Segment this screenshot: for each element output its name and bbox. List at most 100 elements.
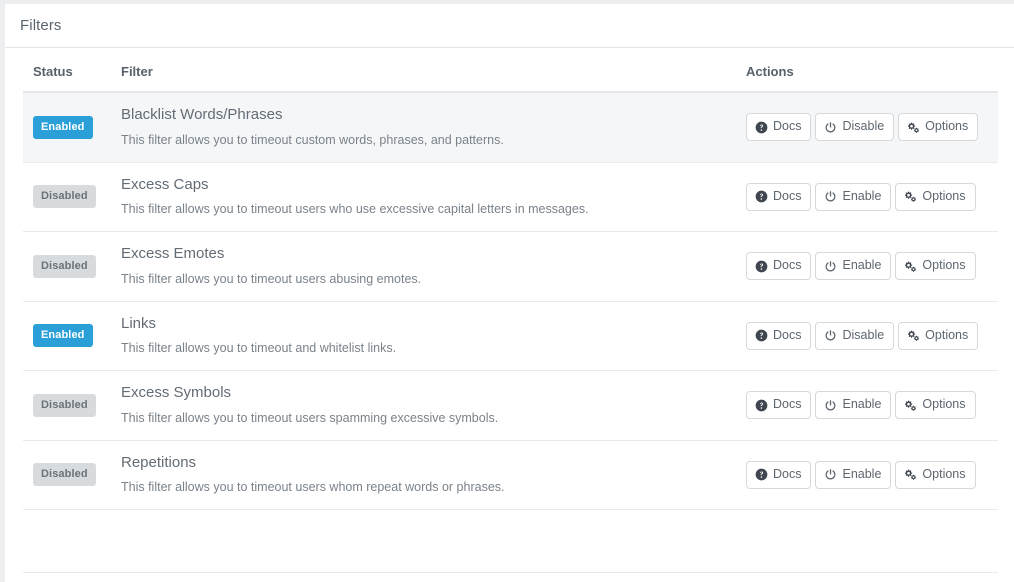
docs-button[interactable]: Docs (746, 252, 812, 281)
actions-cell: Docs Disable Options (736, 92, 998, 162)
table-row: Disabled Excess Caps This filter allows yo… (23, 162, 998, 232)
filter-description: This filter allows you to timeout users … (121, 410, 499, 425)
filter-cell: Excess Caps This filter allows you to tim… (111, 162, 736, 232)
status-cell: Disabled (23, 371, 111, 441)
cogs-icon (907, 121, 920, 134)
status-cell: Disabled (23, 232, 111, 302)
options-button-label: Options (925, 119, 969, 134)
filter-cell: Excess Emotes This filter allows you to t… (111, 232, 736, 302)
filters-table: Status Filter Actions Enabled Blacklist W… (23, 48, 998, 510)
status-badge: Disabled (33, 393, 96, 417)
status-cell: Enabled (23, 92, 111, 162)
options-button-label: Options (922, 466, 966, 481)
filter-description: This filter allows you to timeout users … (121, 271, 422, 286)
column-header-filter: Filter (111, 48, 736, 93)
filter-cell: Excess Symbols This filter allows you to … (111, 371, 736, 441)
status-badge: Disabled (33, 463, 96, 487)
power-icon (824, 468, 837, 481)
docs-button[interactable]: Docs (746, 460, 812, 489)
docs-button[interactable]: Docs (746, 182, 812, 211)
options-button[interactable]: Options (895, 182, 976, 211)
question-circle-icon (755, 329, 768, 342)
filters-table-wrapper: Status Filter Actions Enabled Blacklist W… (5, 48, 1014, 510)
disable-button[interactable]: Disable (815, 113, 895, 142)
disable-button-label: Disable (842, 119, 885, 134)
actions-cell: Docs Enable Options (736, 440, 998, 510)
question-circle-icon (755, 399, 768, 412)
power-icon (824, 399, 837, 412)
cogs-icon (904, 399, 917, 412)
filter-name: Links (121, 314, 157, 332)
options-button-label: Options (925, 327, 969, 342)
disable-button-label: Disable (842, 327, 885, 342)
table-row: Enabled Links This filter allows you to ti… (23, 301, 998, 371)
filter-name: Blacklist Words/Phrases (121, 106, 283, 123)
docs-button-label: Docs (773, 119, 802, 134)
status-cell: Disabled (23, 440, 111, 510)
status-badge: Disabled (33, 254, 96, 278)
cogs-icon (904, 468, 917, 481)
docs-button-label: Docs (773, 188, 802, 203)
enable-button-label: Enable (842, 258, 882, 273)
docs-button-label: Docs (773, 466, 802, 481)
options-button[interactable]: Options (898, 321, 979, 350)
power-icon (824, 190, 837, 203)
docs-button-label: Docs (773, 258, 802, 273)
column-header-status: Status (23, 48, 111, 93)
enable-button[interactable]: Enable (815, 252, 892, 281)
filter-description: This filter allows you to timeout custom… (121, 132, 504, 147)
options-button-label: Options (922, 397, 966, 412)
filter-cell: Repetitions This filter allows you to tim… (111, 440, 736, 510)
status-badge: Enabled (33, 115, 93, 139)
enable-button[interactable]: Enable (815, 182, 892, 211)
question-circle-icon (755, 468, 768, 481)
table-bottom-divider (23, 572, 998, 573)
actions-cell: Docs Enable Options (736, 371, 998, 441)
docs-button[interactable]: Docs (746, 391, 812, 420)
table-row: Disabled Excess Emotes This filter allows … (23, 232, 998, 302)
options-button[interactable]: Options (895, 391, 976, 420)
disable-button[interactable]: Disable (815, 321, 895, 350)
power-icon (824, 329, 837, 342)
table-body: Enabled Blacklist Words/Phrases This filte… (23, 92, 998, 510)
actions-cell: Docs Enable Options (736, 232, 998, 302)
options-button[interactable]: Options (895, 252, 976, 281)
enable-button[interactable]: Enable (815, 460, 892, 489)
page-title: Filters (20, 17, 62, 34)
docs-button-label: Docs (773, 397, 802, 412)
status-cell: Disabled (23, 162, 111, 232)
table-header-row: Status Filter Actions (23, 48, 998, 93)
status-badge: Enabled (33, 324, 93, 348)
options-button[interactable]: Options (898, 113, 979, 142)
filter-cell: Blacklist Words/Phrases This filter allow… (111, 92, 736, 162)
enable-button[interactable]: Enable (815, 391, 892, 420)
cogs-icon (907, 329, 920, 342)
filter-name: Excess Caps (121, 175, 209, 193)
table-header: Status Filter Actions (23, 48, 998, 93)
filter-name: Excess Emotes (121, 245, 225, 262)
status-cell: Enabled (23, 301, 111, 371)
filter-description: This filter allows you to timeout users … (121, 202, 589, 216)
options-button-label: Options (922, 258, 966, 273)
question-circle-icon (755, 260, 768, 273)
enable-button-label: Enable (842, 466, 882, 481)
table-row: Disabled Repetitions This filter allows yo… (23, 440, 998, 510)
power-icon (824, 121, 837, 134)
power-icon (824, 260, 837, 273)
table-row: Enabled Blacklist Words/Phrases This filte… (23, 92, 998, 162)
enable-button-label: Enable (842, 397, 882, 412)
filters-page: Filters Status Filter Actions Enabled Bla… (0, 0, 1014, 582)
filters-panel: Filters Status Filter Actions Enabled Bla… (5, 4, 1014, 510)
filter-name: Repetitions (121, 453, 197, 471)
actions-cell: Docs Enable Options (736, 162, 998, 232)
filter-description: This filter allows you to timeout and wh… (121, 341, 397, 355)
docs-button[interactable]: Docs (746, 321, 812, 350)
filter-name: Excess Symbols (121, 384, 232, 401)
docs-button[interactable]: Docs (746, 113, 812, 142)
table-row: Disabled Excess Symbols This filter allows… (23, 371, 998, 441)
options-button[interactable]: Options (895, 460, 976, 489)
docs-button-label: Docs (773, 327, 802, 342)
status-badge: Disabled (33, 185, 96, 209)
cogs-icon (904, 190, 917, 203)
column-header-actions: Actions (736, 48, 998, 93)
